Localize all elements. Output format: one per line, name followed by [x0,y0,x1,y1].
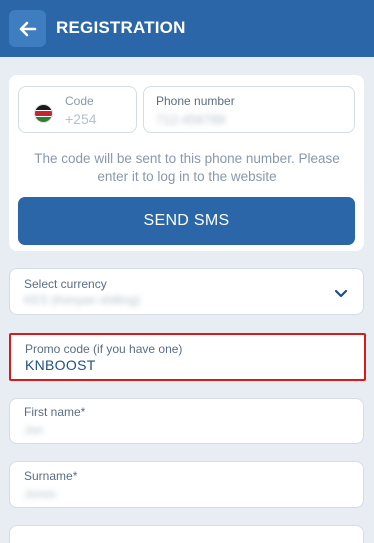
first-name-field[interactable]: First name* Jon [9,398,364,444]
promo-code-field[interactable]: Promo code (if you have one) KNBOOST [9,333,366,381]
code-value: +254 [65,111,97,127]
promo-code-value: KNBOOST [25,357,96,373]
first-name-label: First name* [24,405,86,419]
next-field[interactable] [9,525,364,543]
arrow-left-icon [19,21,36,36]
promo-code-label: Promo code (if you have one) [25,342,183,356]
back-button[interactable] [9,10,46,47]
surname-field[interactable]: Surname* Jones [9,461,364,508]
surname-value: Jones [24,487,57,501]
currency-label: Select currency [24,277,107,291]
header-bar: REGISTRATION [0,0,374,57]
first-name-value: Jon [24,423,44,437]
send-sms-button[interactable]: SEND SMS [18,197,355,245]
phone-card: Code +254 Phone number 712-456789 The co… [9,75,364,251]
kenya-flag-icon [34,104,53,123]
sms-note: The code will be sent to this phone numb… [34,151,340,184]
phone-number-label: Phone number [156,94,235,108]
surname-label: Surname* [24,469,78,483]
chevron-down-icon [334,289,348,298]
phone-number-value: 712-456789 [156,112,226,127]
currency-select[interactable]: Select currency KES (Kenyan shilling) [9,268,364,315]
page-title: REGISTRATION [56,18,186,37]
currency-value: KES (Kenyan shilling) [24,293,141,307]
country-code-field[interactable]: Code +254 [18,86,137,133]
code-label: Code [65,94,94,108]
phone-number-field[interactable]: Phone number 712-456789 [143,86,355,133]
